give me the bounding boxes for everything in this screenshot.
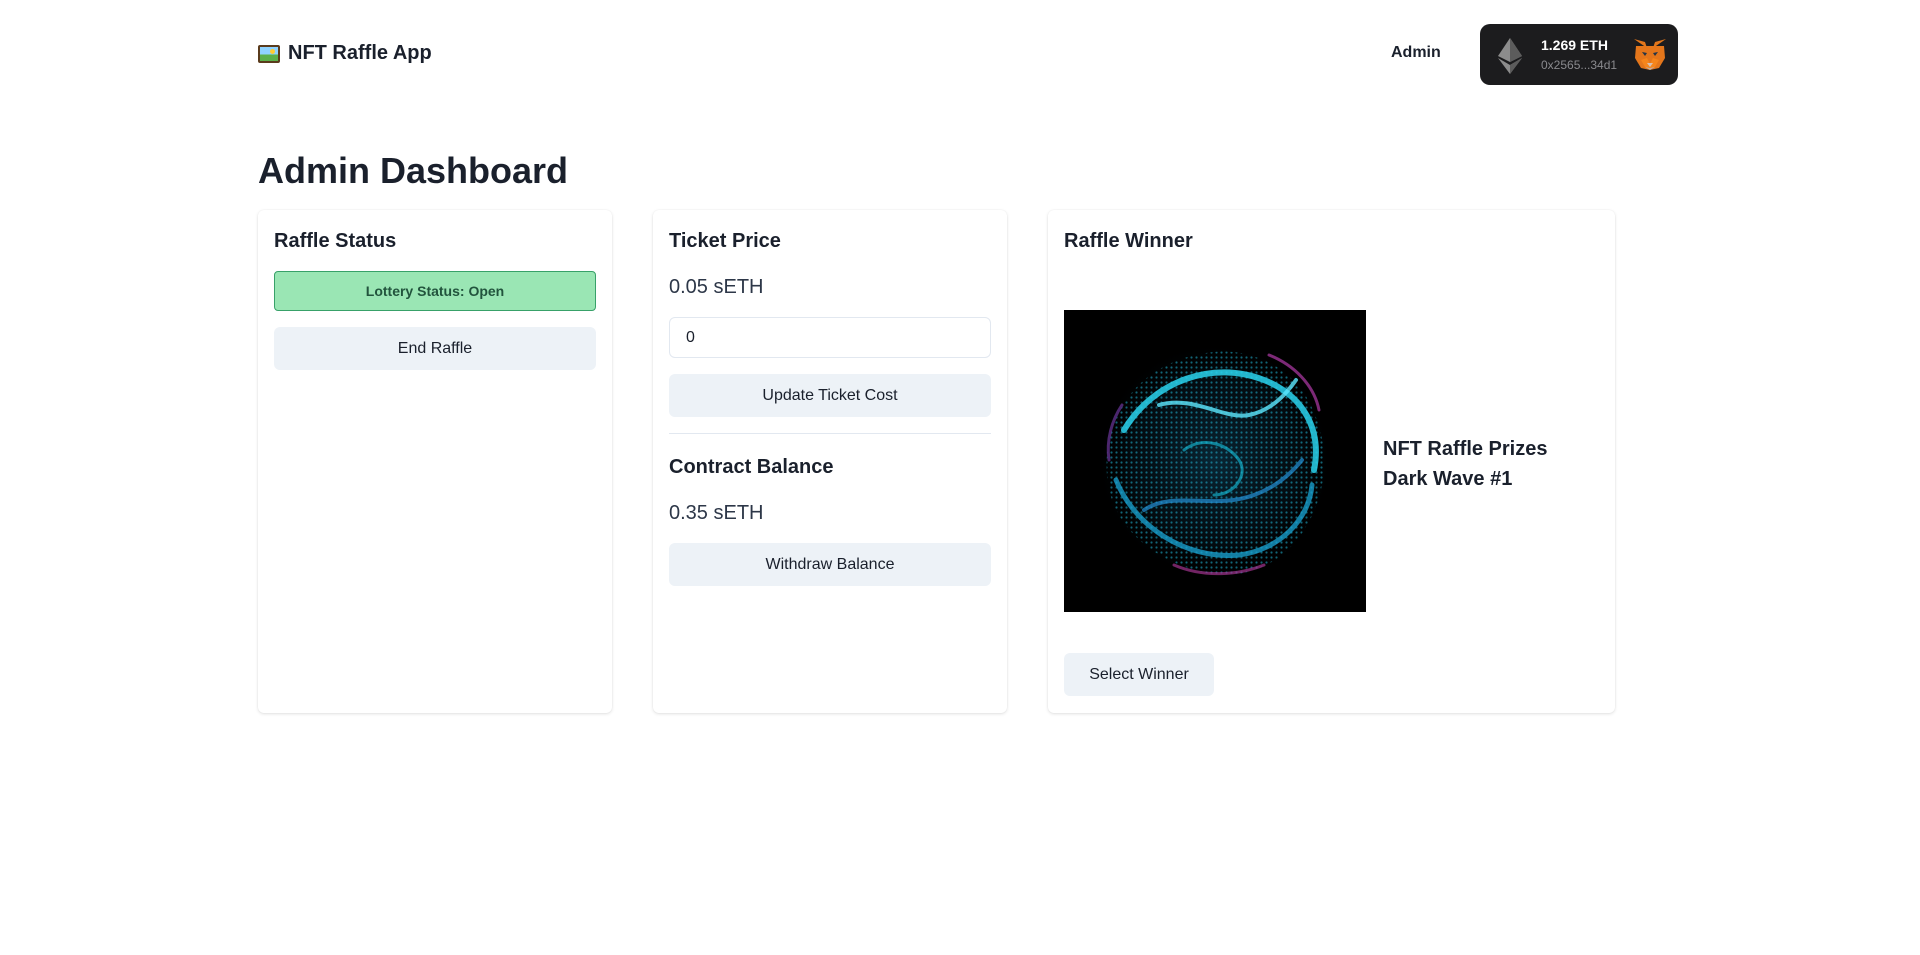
withdraw-balance-button[interactable]: Withdraw Balance bbox=[669, 543, 991, 586]
framed-picture-icon bbox=[258, 44, 280, 63]
app-header: NFT Raffle App Admin 1.269 ETH 0x2565...… bbox=[258, 24, 1678, 86]
brand[interactable]: NFT Raffle App bbox=[258, 42, 432, 65]
raffle-winner-card: Raffle Winner NFT Raffle Prizes Dark Wav… bbox=[1048, 210, 1615, 713]
divider bbox=[669, 433, 991, 434]
end-raffle-button[interactable]: End Raffle bbox=[274, 327, 596, 370]
wallet-button[interactable]: 1.269 ETH 0x2565...34d1 bbox=[1480, 24, 1678, 85]
nft-prize-image bbox=[1064, 310, 1366, 612]
ticket-price-value: 0.05 sETH bbox=[669, 276, 764, 298]
ticket-price-input[interactable] bbox=[669, 317, 991, 358]
select-winner-button[interactable]: Select Winner bbox=[1064, 653, 1214, 696]
wallet-balance: 1.269 ETH bbox=[1541, 37, 1608, 53]
page-title: Admin Dashboard bbox=[258, 150, 569, 191]
app-title: NFT Raffle App bbox=[288, 42, 432, 64]
raffle-status-card: Raffle Status Lottery Status: Open End R… bbox=[258, 210, 612, 713]
ethereum-icon bbox=[1498, 38, 1522, 74]
metamask-fox-icon bbox=[1634, 39, 1666, 70]
contract-balance-heading: Contract Balance bbox=[669, 456, 834, 478]
nft-item-name: Dark Wave #1 bbox=[1383, 468, 1513, 490]
nav-admin-link[interactable]: Admin bbox=[1391, 44, 1441, 62]
ticket-price-heading: Ticket Price bbox=[669, 230, 781, 252]
ticket-price-card: Ticket Price 0.05 sETH Update Ticket Cos… bbox=[653, 210, 1007, 713]
raffle-status-heading: Raffle Status bbox=[274, 230, 397, 252]
contract-balance-value: 0.35 sETH bbox=[669, 502, 764, 524]
nft-title: NFT Raffle Prizes Dark Wave #1 bbox=[1383, 434, 1547, 494]
raffle-winner-heading: Raffle Winner bbox=[1064, 230, 1193, 252]
nft-collection-name: NFT Raffle Prizes bbox=[1383, 438, 1548, 460]
wallet-address: 0x2565...34d1 bbox=[1541, 58, 1618, 72]
update-ticket-cost-button[interactable]: Update Ticket Cost bbox=[669, 374, 991, 417]
lottery-status-badge: Lottery Status: Open bbox=[274, 271, 596, 311]
